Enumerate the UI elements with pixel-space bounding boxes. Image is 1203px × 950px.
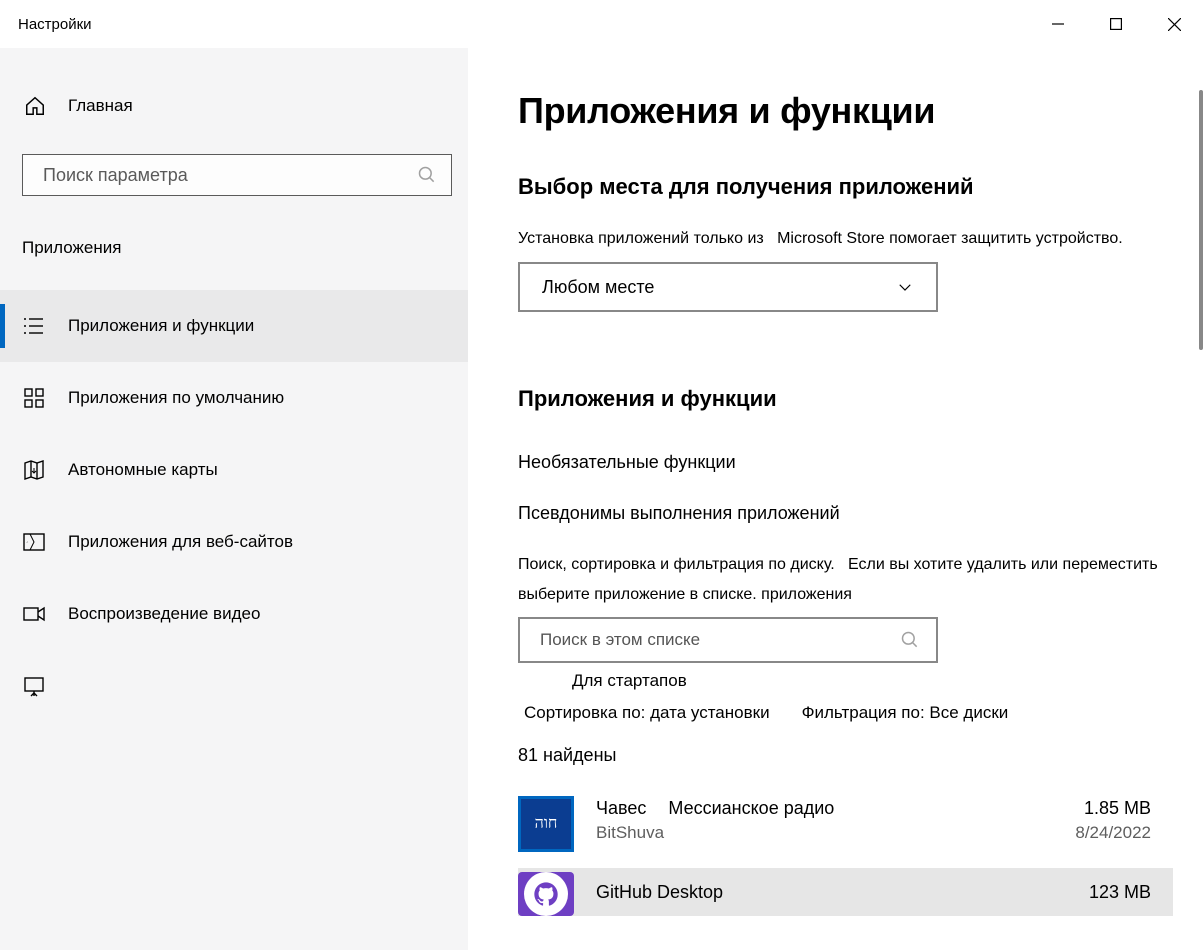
- app-meta: 123 MB: [1089, 880, 1165, 903]
- found-count: 81: [518, 745, 538, 765]
- app-name: Чавес: [596, 798, 646, 819]
- defaults-icon: [22, 386, 46, 410]
- close-button[interactable]: [1145, 4, 1203, 44]
- minimize-icon: [1052, 18, 1064, 30]
- search-icon: [900, 630, 920, 650]
- home-label: Главная: [68, 96, 133, 116]
- app-tile-icon: [518, 872, 574, 916]
- github-icon: [532, 880, 560, 908]
- sidebar-item-startup[interactable]: [0, 650, 468, 722]
- website-icon: [22, 530, 46, 554]
- app-extra: Мессианское радио: [668, 798, 834, 819]
- apps-hint: Поиск, сортировка и фильтрация по диску.…: [518, 550, 1173, 611]
- filter-selector[interactable]: Фильтрация по: Все диски: [802, 703, 1009, 723]
- sidebar-item-default-apps[interactable]: Приложения по умолчанию: [0, 362, 468, 434]
- apps-heading: Приложения и функции: [518, 386, 1173, 412]
- main-content: Приложения и функции Выбор места для пол…: [468, 48, 1203, 950]
- search-input[interactable]: [43, 165, 417, 186]
- window-controls: [1029, 4, 1203, 44]
- home-nav[interactable]: Главная: [0, 92, 468, 120]
- titlebar: Настройки: [0, 0, 1203, 48]
- video-icon: [22, 602, 46, 626]
- source-desc: Установка приложений только из Microsoft…: [518, 230, 1173, 248]
- found-label: найдены: [543, 745, 616, 765]
- install-source-dropdown[interactable]: Любом месте: [518, 262, 938, 312]
- startup-icon: [22, 674, 46, 698]
- app-list: חוה Чавес Мессианское радио BitShuva 1.8…: [518, 788, 1173, 916]
- maximize-icon: [1110, 18, 1122, 30]
- sidebar-item-video-playback[interactable]: Воспроизведение видео: [0, 578, 468, 650]
- app-size: 1.85 MB: [1075, 798, 1151, 819]
- app-info: GitHub Desktop: [596, 880, 1089, 903]
- source-heading: Выбор места для получения приложений: [518, 174, 1173, 200]
- sort-filter-row: Сортировка по: дата установки Фильтрация…: [518, 703, 1173, 723]
- list-icon: [22, 314, 46, 338]
- maximize-button[interactable]: [1087, 4, 1145, 44]
- search-icon: [417, 165, 437, 185]
- app-row[interactable]: GitHub Desktop 123 MB: [518, 868, 1173, 916]
- sidebar-item-label: Приложения для веб-сайтов: [68, 532, 293, 552]
- app-meta: 1.85 MB 8/24/2022: [1075, 796, 1165, 843]
- minimize-button[interactable]: [1029, 4, 1087, 44]
- app-publisher: BitShuva: [596, 823, 1075, 843]
- sort-selector[interactable]: Сортировка по: дата установки: [524, 703, 770, 723]
- sidebar-item-label: Приложения и функции: [68, 316, 254, 336]
- scrollbar[interactable]: [1199, 90, 1203, 350]
- chevron-down-icon: [896, 278, 914, 296]
- sidebar-item-label: Воспроизведение видео: [68, 604, 260, 624]
- execution-aliases-link[interactable]: Псевдонимы выполнения приложений: [518, 503, 1173, 524]
- sidebar-item-apps-features[interactable]: Приложения и функции: [0, 290, 468, 362]
- app-name: GitHub Desktop: [596, 882, 723, 903]
- sidebar-item-web-apps[interactable]: Приложения для веб-сайтов: [0, 506, 468, 578]
- app-row[interactable]: חוה Чавес Мессианское радио BitShuva 1.8…: [518, 788, 1173, 864]
- sidebar-item-offline-maps[interactable]: Автономные карты: [0, 434, 468, 506]
- sidebar-item-label: Автономные карты: [68, 460, 218, 480]
- page-title: Приложения и функции: [518, 90, 1173, 132]
- app-list-search[interactable]: [518, 617, 938, 663]
- app-info: Чавес Мессианское радио BitShuva: [596, 796, 1075, 843]
- app-tile-icon: חוה: [518, 796, 574, 852]
- dropdown-value: Любом месте: [542, 277, 654, 298]
- sidebar: Главная Приложения Приложения и функции …: [0, 48, 468, 950]
- settings-search[interactable]: [22, 154, 452, 196]
- found-count-row: 81 найдены: [518, 745, 1173, 766]
- home-icon: [24, 95, 46, 117]
- optional-features-link[interactable]: Необязательные функции: [518, 452, 1173, 473]
- app-size: 123 MB: [1089, 882, 1151, 903]
- app-date: 8/24/2022: [1075, 823, 1151, 843]
- map-icon: [22, 458, 46, 482]
- sidebar-item-label: Приложения по умолчанию: [68, 388, 284, 408]
- app-search-input[interactable]: [540, 630, 900, 650]
- close-icon: [1168, 18, 1181, 31]
- window-title: Настройки: [18, 16, 92, 33]
- sidebar-section-label: Приложения: [0, 238, 468, 258]
- startup-hint: Для стартапов: [572, 671, 1173, 691]
